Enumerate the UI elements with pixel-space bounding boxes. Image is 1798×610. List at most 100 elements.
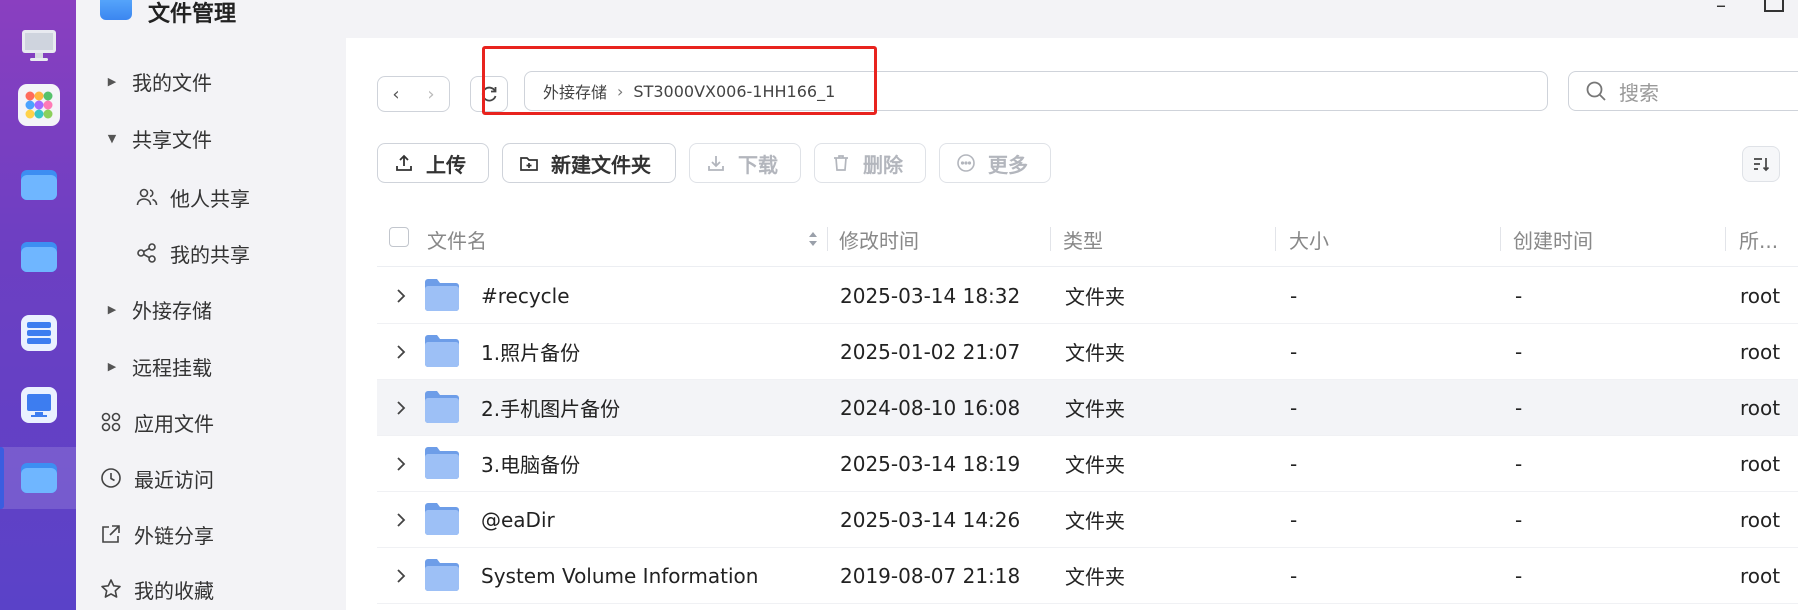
column-header-size[interactable]: 大小 [1289, 212, 1329, 266]
sidebar-item-remote-mount[interactable]: ▶ 远程挂载 [100, 348, 212, 384]
sidebar-item-label: 最近访问 [134, 467, 214, 492]
column-divider[interactable] [1725, 227, 1726, 251]
table-row[interactable]: 3.电脑备份 2025-03-14 18:19 文件夹 - - root [377, 436, 1798, 492]
dock-files-icon[interactable] [18, 164, 60, 206]
sidebar-item-shared-files[interactable]: ▼ 共享文件 [100, 120, 212, 156]
file-size: - [1290, 395, 1298, 420]
column-divider[interactable] [1500, 227, 1501, 251]
file-size: - [1290, 283, 1298, 308]
sidebar-item-shared-with-me[interactable]: 他人共享 [136, 179, 250, 215]
dock-desktop-icon[interactable] [18, 24, 60, 66]
new-folder-label: 新建文件夹 [551, 152, 651, 177]
select-all-checkbox[interactable] [389, 227, 409, 247]
minimize-button[interactable]: – [1716, 0, 1736, 15]
dock-storage-icon[interactable] [18, 312, 60, 354]
dock-monitor-icon[interactable] [18, 384, 60, 426]
created-time: - [1515, 395, 1523, 420]
sidebar-item-external-share[interactable]: 外链分享 [100, 516, 214, 552]
delete-button[interactable]: 删除 [814, 143, 926, 183]
expand-chevron-icon[interactable] [395, 268, 407, 323]
search-icon [1586, 81, 1606, 101]
file-type: 文件夹 [1065, 341, 1125, 365]
table-row[interactable]: #recycle 2025-03-14 18:32 文件夹 - - root [377, 268, 1798, 324]
apps-grid-icon [100, 411, 122, 433]
folder-icon [425, 559, 459, 591]
dock-files-2-icon[interactable] [18, 236, 60, 278]
column-header-name[interactable]: 文件名 [427, 212, 487, 266]
modified-time: 2025-03-14 18:19 [840, 451, 1021, 476]
more-icon [956, 153, 976, 173]
expand-chevron-icon[interactable] [395, 548, 407, 603]
table-row[interactable]: @eaDir 2025-03-14 14:26 文件夹 - - root [377, 492, 1798, 548]
dock-files-active-icon[interactable] [18, 457, 60, 499]
refresh-icon [481, 86, 497, 102]
dock-app-center-icon[interactable] [18, 84, 60, 126]
file-size: - [1290, 451, 1298, 476]
table-row[interactable]: 1.照片备份 2025-01-02 21:07 文件夹 - - root [377, 324, 1798, 380]
trash-icon [831, 153, 851, 173]
table-row[interactable]: 2.手机图片备份 2024-08-10 16:08 文件夹 - - root [377, 380, 1798, 436]
breadcrumb-segment[interactable]: ST3000VX006-1HH166_1 [633, 82, 835, 101]
file-name[interactable]: 2.手机图片备份 [481, 380, 620, 435]
sidebar-item-label: 外链分享 [134, 523, 214, 548]
owner: root [1740, 563, 1781, 588]
file-name[interactable]: 1.照片备份 [481, 324, 580, 379]
folder-icon [425, 447, 459, 479]
file-type: 文件夹 [1065, 453, 1125, 477]
more-button[interactable]: 更多 [939, 143, 1051, 183]
delete-label: 删除 [863, 152, 903, 177]
app-title: 文件管理 [148, 2, 237, 27]
expand-chevron-icon[interactable] [395, 436, 407, 491]
file-name[interactable]: @eaDir [481, 492, 555, 547]
owner: root [1740, 283, 1781, 308]
back-button[interactable]: ‹ [377, 76, 415, 112]
sidebar-item-my-shares[interactable]: 我的共享 [136, 235, 250, 271]
forward-button[interactable]: › [413, 76, 450, 112]
sidebar-item-external-storage[interactable]: ▶ 外接存储 [100, 291, 212, 327]
sidebar-item-favorites[interactable]: 我的收藏 [100, 571, 214, 607]
star-icon [100, 578, 122, 600]
sidebar-item-label: 他人共享 [170, 186, 250, 211]
file-name[interactable]: #recycle [481, 268, 570, 323]
column-divider[interactable] [1275, 227, 1276, 251]
new-folder-button[interactable]: 新建文件夹 [502, 143, 676, 183]
expand-chevron-icon[interactable] [395, 380, 407, 435]
file-type: 文件夹 [1065, 565, 1125, 589]
sidebar-item-app-files[interactable]: 应用文件 [100, 404, 214, 440]
upload-label: 上传 [426, 152, 466, 177]
owner: root [1740, 507, 1781, 532]
table-row[interactable]: System Volume Information 2019-08-07 21:… [377, 548, 1798, 604]
file-size: - [1290, 507, 1298, 532]
created-time: - [1515, 507, 1523, 532]
file-name[interactable]: System Volume Information [481, 548, 758, 603]
sidebar-item-my-files[interactable]: ▶ 我的文件 [100, 63, 212, 99]
search-input[interactable]: 搜索 [1568, 71, 1798, 111]
column-divider[interactable] [827, 227, 828, 251]
breadcrumb-segment[interactable]: 外接存储 [543, 79, 607, 103]
file-name[interactable]: 3.电脑备份 [481, 436, 580, 491]
column-divider[interactable] [1050, 227, 1051, 251]
upload-button[interactable]: 上传 [377, 143, 489, 183]
column-header-modified[interactable]: 修改时间 [839, 212, 919, 266]
column-header-created[interactable]: 创建时间 [1513, 212, 1593, 266]
breadcrumb[interactable]: 外接存储 › ST3000VX006-1HH166_1 [524, 71, 1548, 111]
expand-chevron-icon[interactable] [395, 324, 407, 379]
sort-toggle-icon[interactable] [807, 212, 819, 266]
breadcrumb-separator-icon: › [617, 81, 624, 101]
chevron-left-icon: ‹ [392, 83, 400, 105]
modified-time: 2019-08-07 21:18 [840, 563, 1021, 588]
refresh-button[interactable] [470, 76, 508, 112]
expand-chevron-icon[interactable] [395, 492, 407, 547]
owner: root [1740, 339, 1781, 364]
column-header-owner[interactable]: 所... [1739, 212, 1778, 266]
search-placeholder: 搜索 [1619, 80, 1659, 105]
maximize-button[interactable] [1764, 0, 1784, 12]
sidebar-item-recent[interactable]: 最近访问 [100, 460, 214, 496]
sort-button[interactable] [1742, 146, 1780, 182]
modified-time: 2024-08-10 16:08 [840, 395, 1021, 420]
column-header-type[interactable]: 类型 [1063, 212, 1103, 266]
download-button[interactable]: 下载 [689, 143, 801, 183]
folder-icon [425, 279, 459, 311]
file-type: 文件夹 [1065, 397, 1125, 421]
folder-icon [425, 391, 459, 423]
